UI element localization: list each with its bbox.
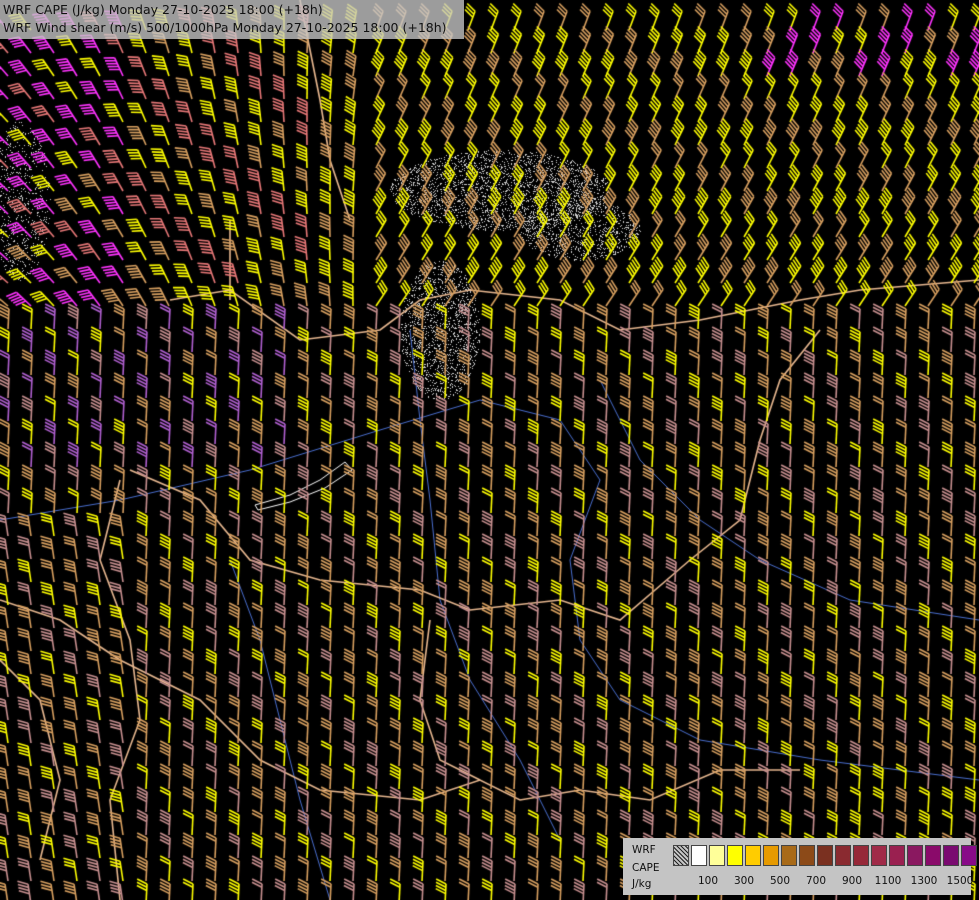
- legend-swatch: [817, 845, 833, 866]
- legend-swatch: [871, 845, 887, 866]
- legend-swatch: [745, 845, 761, 866]
- legend-swatch: [925, 845, 941, 866]
- legend-swatch: [889, 845, 905, 866]
- legend-tick-label: 1500: [946, 875, 974, 887]
- legend-swatch: [907, 845, 923, 866]
- legend-tick-label: 1300: [910, 875, 938, 887]
- legend-tick-label: 1100: [874, 875, 902, 887]
- legend-swatch: [709, 845, 725, 866]
- legend-swatch: [691, 845, 707, 866]
- legend-swatch: [781, 845, 797, 866]
- legend-swatch: [835, 845, 851, 866]
- wind-shear-title: WRF Wind shear (m/s) 500/1000hPa Monday …: [3, 20, 447, 35]
- legend-swatch: [853, 845, 869, 866]
- legend-model-label: WRF: [632, 844, 656, 856]
- legend-swatch: [943, 845, 959, 866]
- cape-title: WRF CAPE (J/kg) Monday 27-10-2025 18:00 …: [3, 2, 323, 17]
- legend-tick-label: 500: [769, 875, 791, 887]
- map-title-panel: WRF CAPE (J/kg) Monday 27-10-2025 18:00 …: [0, 0, 464, 39]
- legend-unit-label: J/kg: [632, 878, 652, 890]
- legend-tick-label: 300: [733, 875, 755, 887]
- legend-tick-label: 900: [841, 875, 863, 887]
- legend-swatch: [727, 845, 743, 866]
- legend-swatch: [961, 845, 977, 866]
- wind-shear-barb-map: [0, 0, 979, 900]
- cape-legend: WRF CAPE J/kg 100 300 500 700 900 1100 1300 150…: [623, 838, 977, 895]
- legend-swatch: [763, 845, 779, 866]
- legend-swatch-nodata: [673, 845, 689, 866]
- legend-tick-label: 100: [697, 875, 719, 887]
- legend-tick-label: 700: [805, 875, 827, 887]
- legend-field-label: CAPE: [632, 862, 660, 874]
- legend-swatch: [799, 845, 815, 866]
